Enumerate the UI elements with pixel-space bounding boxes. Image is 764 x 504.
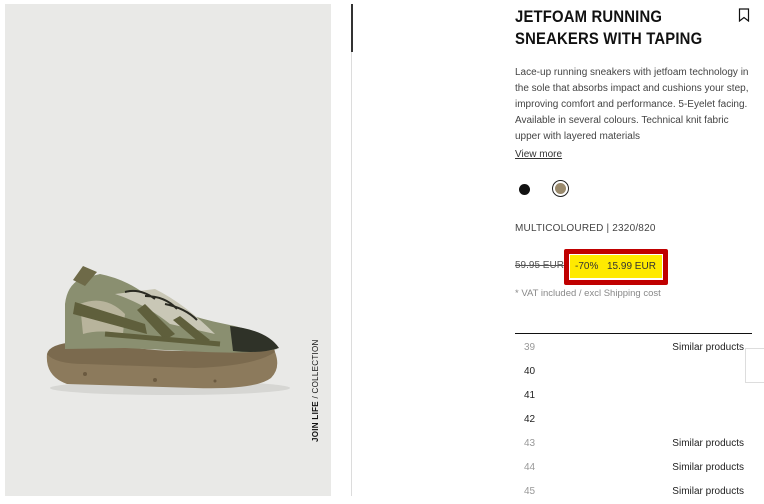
side-panel-tab[interactable] (745, 348, 764, 383)
product-title: JETFOAM RUNNING SNEAKERS WITH TAPING (515, 8, 703, 48)
size-value: 43 (524, 438, 536, 449)
size-option[interactable]: 40 (515, 360, 752, 384)
size-option[interactable]: 41 (515, 384, 752, 408)
size-value: 44 (524, 462, 536, 473)
discount-badge: -70% (575, 261, 599, 272)
collection-label: JOIN LIFE / COLLECTION (311, 339, 320, 442)
view-more-link[interactable]: View more (515, 149, 562, 160)
image-scroll-track[interactable] (351, 4, 352, 496)
similar-products-link[interactable]: Similar products (672, 342, 744, 353)
product-image[interactable]: JOIN LIFE / COLLECTION (5, 4, 331, 496)
sneaker-illustration (46, 266, 290, 395)
size-option[interactable]: 44 Similar products (515, 456, 752, 480)
bookmark-icon[interactable] (738, 8, 750, 22)
color-swatch-black[interactable] (519, 184, 530, 195)
size-list-divider (515, 333, 752, 334)
size-option[interactable]: 42 (515, 408, 752, 432)
size-value: 42 (524, 414, 536, 425)
size-option[interactable]: 45 Similar products (515, 480, 752, 504)
size-value: 39 (524, 342, 536, 353)
color-swatch-multicoloured[interactable] (555, 183, 566, 194)
similar-products-link[interactable]: Similar products (672, 486, 744, 497)
original-price: 59.95 EUR (515, 260, 564, 271)
size-option[interactable]: 39 Similar products (515, 336, 752, 360)
sale-price: 15.99 EUR (607, 261, 656, 272)
size-value: 45 (524, 486, 536, 497)
color-reference: MULTICOLOURED | 2320/820 (515, 223, 656, 234)
size-value: 41 (524, 390, 536, 401)
image-scroll-thumb[interactable] (351, 4, 353, 52)
size-value: 40 (524, 366, 536, 377)
vat-note: * VAT included / excl Shipping cost (515, 288, 661, 299)
size-option[interactable]: 43 Similar products (515, 432, 752, 456)
product-description: Lace-up running sneakers with jetfoam te… (515, 67, 749, 142)
similar-products-link[interactable]: Similar products (672, 462, 744, 473)
similar-products-link[interactable]: Similar products (672, 438, 744, 449)
